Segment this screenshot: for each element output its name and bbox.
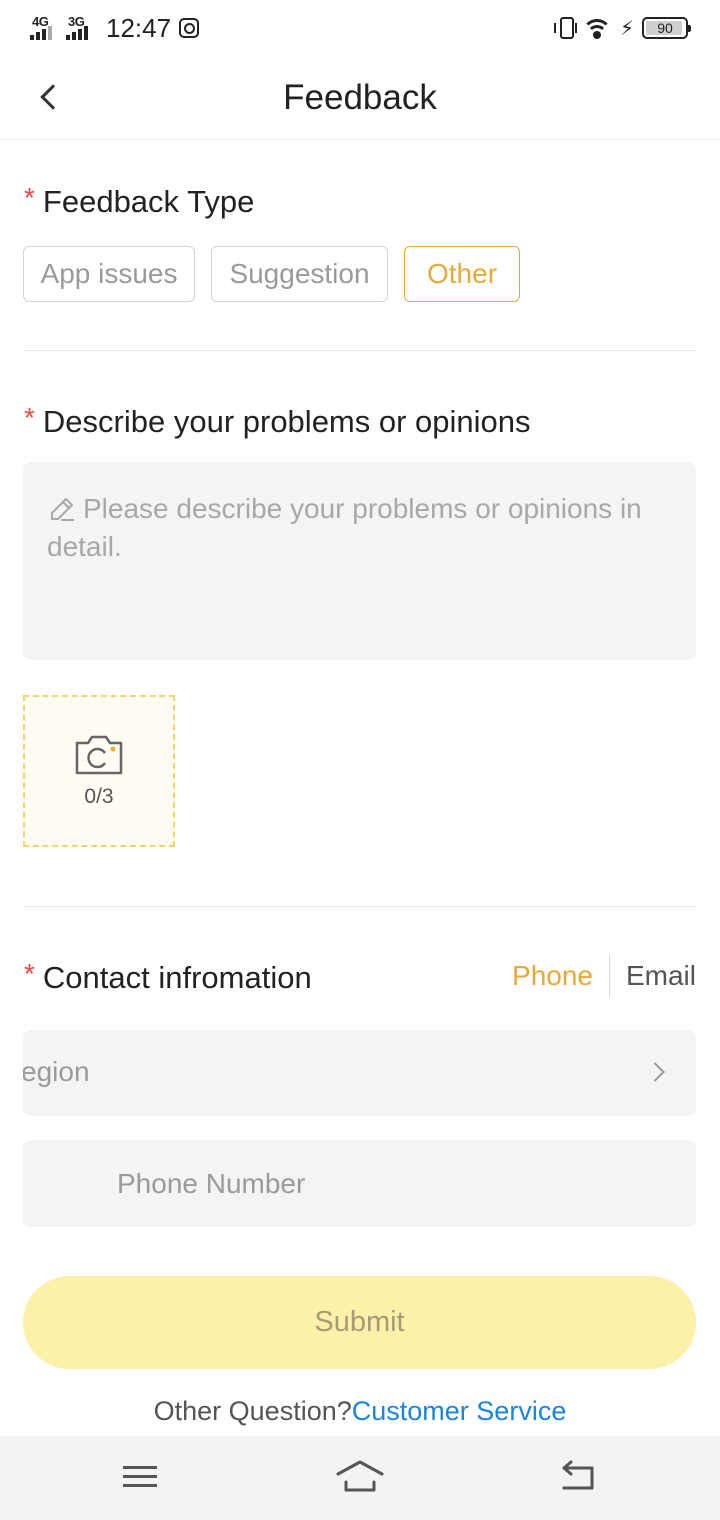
contact-heading: * Contact infromation bbox=[24, 958, 312, 998]
home-icon[interactable] bbox=[334, 1458, 386, 1498]
description-placeholder-text: Please describe your problems or opinion… bbox=[47, 493, 642, 562]
region-text: egion bbox=[23, 1056, 90, 1087]
section-divider bbox=[23, 350, 696, 351]
system-nav-bar bbox=[0, 1436, 720, 1520]
photo-upload-button[interactable]: 0/3 bbox=[23, 695, 175, 847]
other-question: Other Question?Customer Service bbox=[0, 1396, 720, 1427]
vibrate-icon bbox=[553, 17, 577, 39]
submit-button[interactable]: Submit bbox=[23, 1276, 696, 1369]
signal-4g-icon: 4G bbox=[30, 14, 60, 42]
status-time: 12:47 bbox=[106, 12, 172, 43]
chip-suggestion[interactable]: Suggestion bbox=[211, 246, 388, 302]
chevron-right-icon bbox=[645, 1062, 665, 1082]
battery-level: 90 bbox=[657, 20, 673, 36]
feedback-type-heading: * Feedback Type bbox=[24, 182, 254, 222]
required-mark: * bbox=[24, 402, 35, 433]
other-question-text: Other Question? bbox=[153, 1396, 352, 1426]
signal-3g-icon: 3G bbox=[66, 14, 96, 42]
chip-other[interactable]: Other bbox=[404, 246, 520, 302]
phone-number-input[interactable] bbox=[23, 1140, 696, 1227]
upload-count: 0/3 bbox=[84, 785, 114, 808]
wifi-icon bbox=[581, 17, 612, 39]
pencil-icon bbox=[51, 498, 74, 521]
description-placeholder: Please describe your problems or opinion… bbox=[47, 490, 672, 566]
section-divider bbox=[23, 906, 696, 907]
contact-method-toggle: Phone Email bbox=[512, 955, 696, 997]
menu-icon[interactable] bbox=[120, 1458, 160, 1498]
toggle-email[interactable]: Email bbox=[610, 960, 696, 992]
app-header: Feedback bbox=[0, 56, 720, 140]
back-nav-icon[interactable] bbox=[558, 1458, 598, 1498]
feedback-type-title: Feedback Type bbox=[42, 184, 255, 219]
describe-heading: * Describe your problems or opinions bbox=[24, 402, 531, 442]
chip-app-issues[interactable]: App issues bbox=[23, 246, 195, 302]
toggle-phone[interactable]: Phone bbox=[512, 955, 610, 997]
page-title: Feedback bbox=[283, 78, 437, 117]
customer-service-link[interactable]: Customer Service bbox=[352, 1396, 567, 1426]
required-mark: * bbox=[24, 182, 35, 213]
contact-title: Contact infromation bbox=[42, 960, 312, 995]
required-mark: * bbox=[24, 958, 35, 989]
status-bar: 4G 3G 12:47 ⚡ 90 bbox=[0, 0, 720, 56]
describe-title: Describe your problems or opinions bbox=[42, 404, 531, 439]
region-select[interactable]: egion bbox=[23, 1030, 696, 1116]
description-textarea[interactable]: Please describe your problems or opinion… bbox=[23, 462, 696, 660]
battery-icon: 90 bbox=[642, 17, 691, 39]
camera-icon bbox=[75, 735, 123, 775]
instagram-notification-icon bbox=[179, 18, 200, 38]
charging-icon: ⚡ bbox=[619, 17, 634, 40]
